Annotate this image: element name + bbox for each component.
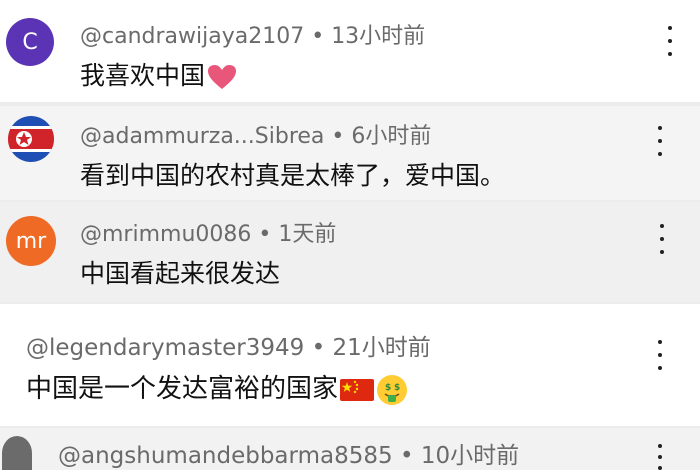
comment-text-content: 中国是一个发达富裕的国家 — [26, 374, 339, 404]
avatar[interactable]: mr — [6, 216, 56, 266]
username-link[interactable]: @mrimmu0086 — [80, 222, 251, 247]
comment-text-content: 看到中国的农村真是太棒了，爱中国。 — [80, 161, 506, 190]
comment-item: @angshumandebbarma8585 • 10小时前 — [0, 428, 700, 470]
comment-meta: @candrawijaya2107 • 13小时前 — [80, 18, 425, 50]
timestamp: 1天前 — [278, 222, 337, 247]
more-options-icon[interactable] — [660, 26, 680, 56]
username-link[interactable]: @legendarymaster3949 — [26, 335, 304, 361]
comment-meta: @angshumandebbarma8585 • 10小时前 — [58, 436, 519, 470]
comment-text-content: 我喜欢中国 — [80, 61, 206, 90]
timestamp: 13小时前 — [331, 24, 426, 49]
timestamp: 21小时前 — [332, 335, 431, 361]
comment-meta: @legendarymaster3949 • 21小时前 — [26, 328, 431, 362]
username-link[interactable]: @adammurza...Sibrea — [80, 124, 324, 149]
heart-icon — [208, 65, 237, 89]
separator-dot: • — [399, 443, 414, 469]
north-korea-flag-avatar[interactable] — [8, 116, 54, 162]
avatar[interactable] — [2, 436, 32, 470]
username-link[interactable]: @angshumandebbarma8585 — [58, 443, 393, 469]
avatar-letter: mr — [15, 228, 47, 254]
comment-text: 中国是一个发达富裕的国家 $ $ — [26, 368, 408, 406]
comment-text-content: 中国看起来很发达 — [80, 259, 281, 288]
china-flag-icon — [340, 378, 375, 401]
separator-dot: • — [258, 222, 272, 247]
svg-text:$: $ — [385, 383, 391, 393]
avatar[interactable]: C — [6, 18, 54, 66]
more-options-icon[interactable] — [650, 340, 670, 370]
comment-text: 看到中国的农村真是太棒了，爱中国。 — [80, 156, 505, 192]
separator-dot: • — [331, 124, 345, 149]
more-options-icon[interactable] — [650, 444, 670, 470]
username-link[interactable]: @candrawijaya2107 — [80, 24, 304, 49]
timestamp: 10小时前 — [420, 443, 520, 469]
more-options-icon[interactable] — [652, 224, 672, 254]
separator-dot: • — [311, 24, 325, 49]
comment-meta: @adammurza...Sibrea • 6小时前 — [80, 118, 431, 150]
comment-text: 中国看起来很发达 — [80, 254, 280, 290]
comment-item: @legendarymaster3949 • 21小时前 中国是一个发达富裕的国… — [0, 304, 700, 426]
comment-text: 我喜欢中国 — [80, 56, 237, 92]
money-mouth-face-icon: $ $ — [377, 374, 408, 405]
comment-feed: { "comments": [ { "user": "@candrawijaya… — [0, 0, 700, 470]
flag-icon — [8, 116, 54, 162]
comment-item: @adammurza...Sibrea • 6小时前 看到中国的农村真是太棒了，… — [0, 106, 700, 200]
separator-dot: • — [311, 335, 326, 361]
avatar-letter: C — [22, 29, 38, 55]
timestamp: 6小时前 — [351, 124, 432, 149]
comment-item: C @candrawijaya2107 • 13小时前 我喜欢中国 — [0, 0, 700, 102]
comment-item: mr @mrimmu0086 • 1天前 中国看起来很发达 — [0, 202, 700, 302]
svg-text:$: $ — [394, 383, 400, 393]
more-options-icon[interactable] — [650, 126, 670, 156]
comment-meta: @mrimmu0086 • 1天前 — [80, 216, 336, 248]
